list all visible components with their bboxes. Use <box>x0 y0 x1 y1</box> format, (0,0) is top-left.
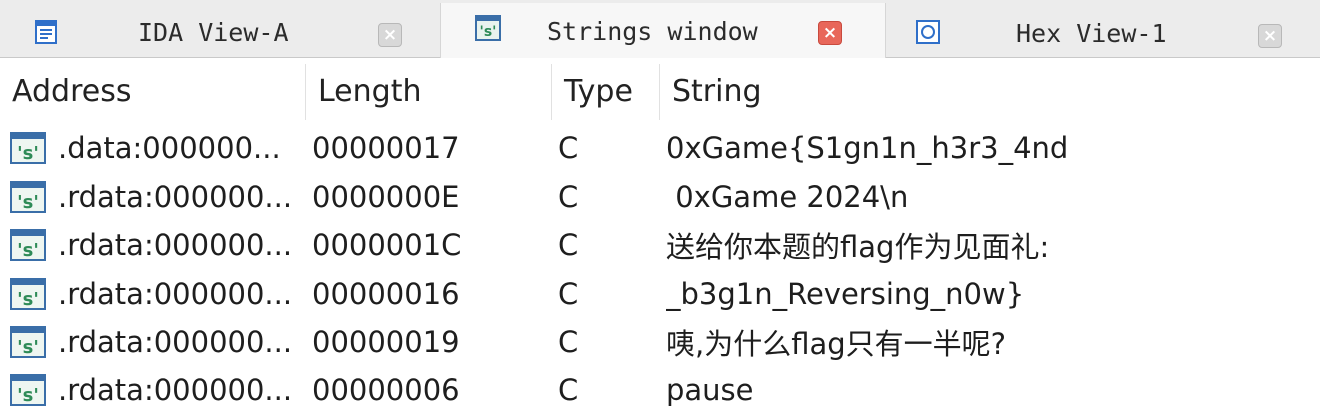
cell-address: .data:000000... <box>58 131 281 165</box>
cell-length: 00000017 <box>312 131 460 165</box>
cell-string: 0xGame 2024\n <box>666 180 909 214</box>
cell-length: 00000006 <box>312 373 460 407</box>
table-row[interactable]: 's' .rdata:000000... 00000019 C 咦,为什么flag只有一… <box>0 318 1320 366</box>
cell-address: .rdata:000000... <box>58 228 293 262</box>
tab-ida-view-a[interactable]: IDA View-A × <box>0 6 440 58</box>
cell-type: C <box>558 131 579 165</box>
svg-text:'s': 's' <box>17 192 39 213</box>
cell-string: 咦,为什么flag只有一半呢? <box>666 327 1007 361</box>
strings-table: Address Length Type String 's' .data:0000… <box>0 58 1320 416</box>
tab-title: IDA View-A <box>138 18 289 47</box>
cell-string: 0xGame{S1gn1n_h3r3_4nd <box>666 131 1069 165</box>
cell-string: pause <box>666 373 754 407</box>
column-header-length[interactable]: Length <box>306 58 552 124</box>
string-s-icon: 's' <box>10 278 46 310</box>
cell-length: 0000000E <box>312 180 460 214</box>
cell-type: C <box>558 228 579 262</box>
table-row[interactable]: 's' .rdata:000000... 0000000E C 0xGame 2024… <box>0 173 1320 221</box>
strings-icon: 's' <box>475 15 501 41</box>
close-icon[interactable]: × <box>1258 24 1282 48</box>
svg-text:'s': 's' <box>17 289 39 310</box>
tab-hex-view-1[interactable]: Hex View-1 × <box>886 6 1320 58</box>
column-header-type[interactable]: Type <box>552 58 660 124</box>
svg-text:'s': 's' <box>480 24 497 40</box>
hex-view-icon <box>915 19 941 45</box>
cell-address: .rdata:000000... <box>58 180 293 214</box>
table-row[interactable]: 's' .rdata:000000... 0000001C C 送给你本题的flag作为… <box>0 221 1320 269</box>
table-row[interactable]: 's' .rdata:000000... 00000016 C _b3g1n_Rever… <box>0 270 1320 318</box>
svg-text:'s': 's' <box>17 143 39 164</box>
tab-title: Strings window <box>547 17 758 46</box>
svg-text:'s': 's' <box>17 240 39 261</box>
cell-length: 00000019 <box>312 325 460 359</box>
svg-text:'s': 's' <box>17 385 39 406</box>
cell-string: _b3g1n_Reversing_n0w} <box>666 277 1025 311</box>
cell-address: .rdata:000000... <box>58 373 293 407</box>
table-row[interactable]: 's' .data:000000... 00000017 C 0xGame{S1gn1n… <box>0 124 1320 172</box>
cell-string: 送给你本题的flag作为见面礼: <box>666 230 1050 264</box>
tab-title: Hex View-1 <box>1016 19 1167 48</box>
table-row[interactable]: 's' .rdata:000000... 00000006 Cpause <box>0 366 1320 414</box>
cell-type: C <box>558 373 579 407</box>
svg-text:'s': 's' <box>17 337 39 358</box>
string-s-icon: 's' <box>10 181 46 213</box>
cell-length: 00000016 <box>312 277 460 311</box>
table-header: Address Length Type String <box>0 58 1320 124</box>
ida-view-icon <box>33 19 59 45</box>
column-header-address[interactable]: Address <box>0 58 306 124</box>
tab-strings-window[interactable]: 's' Strings window × <box>440 3 886 59</box>
string-s-icon: 's' <box>10 229 46 261</box>
cell-address: .rdata:000000... <box>58 325 293 359</box>
cell-type: C <box>558 325 579 359</box>
cell-address: .rdata:000000... <box>58 277 293 311</box>
tab-bar: IDA View-A × 's' Strings window × Hex Vi… <box>0 0 1320 59</box>
cell-type: C <box>558 277 579 311</box>
column-header-string[interactable]: String <box>660 58 1320 124</box>
string-s-icon: 's' <box>10 326 46 358</box>
cell-length: 0000001C <box>312 228 462 262</box>
close-icon[interactable]: × <box>818 21 842 45</box>
close-icon[interactable]: × <box>378 23 402 47</box>
string-s-icon: 's' <box>10 374 46 406</box>
string-s-icon: 's' <box>10 132 46 164</box>
cell-type: C <box>558 180 579 214</box>
